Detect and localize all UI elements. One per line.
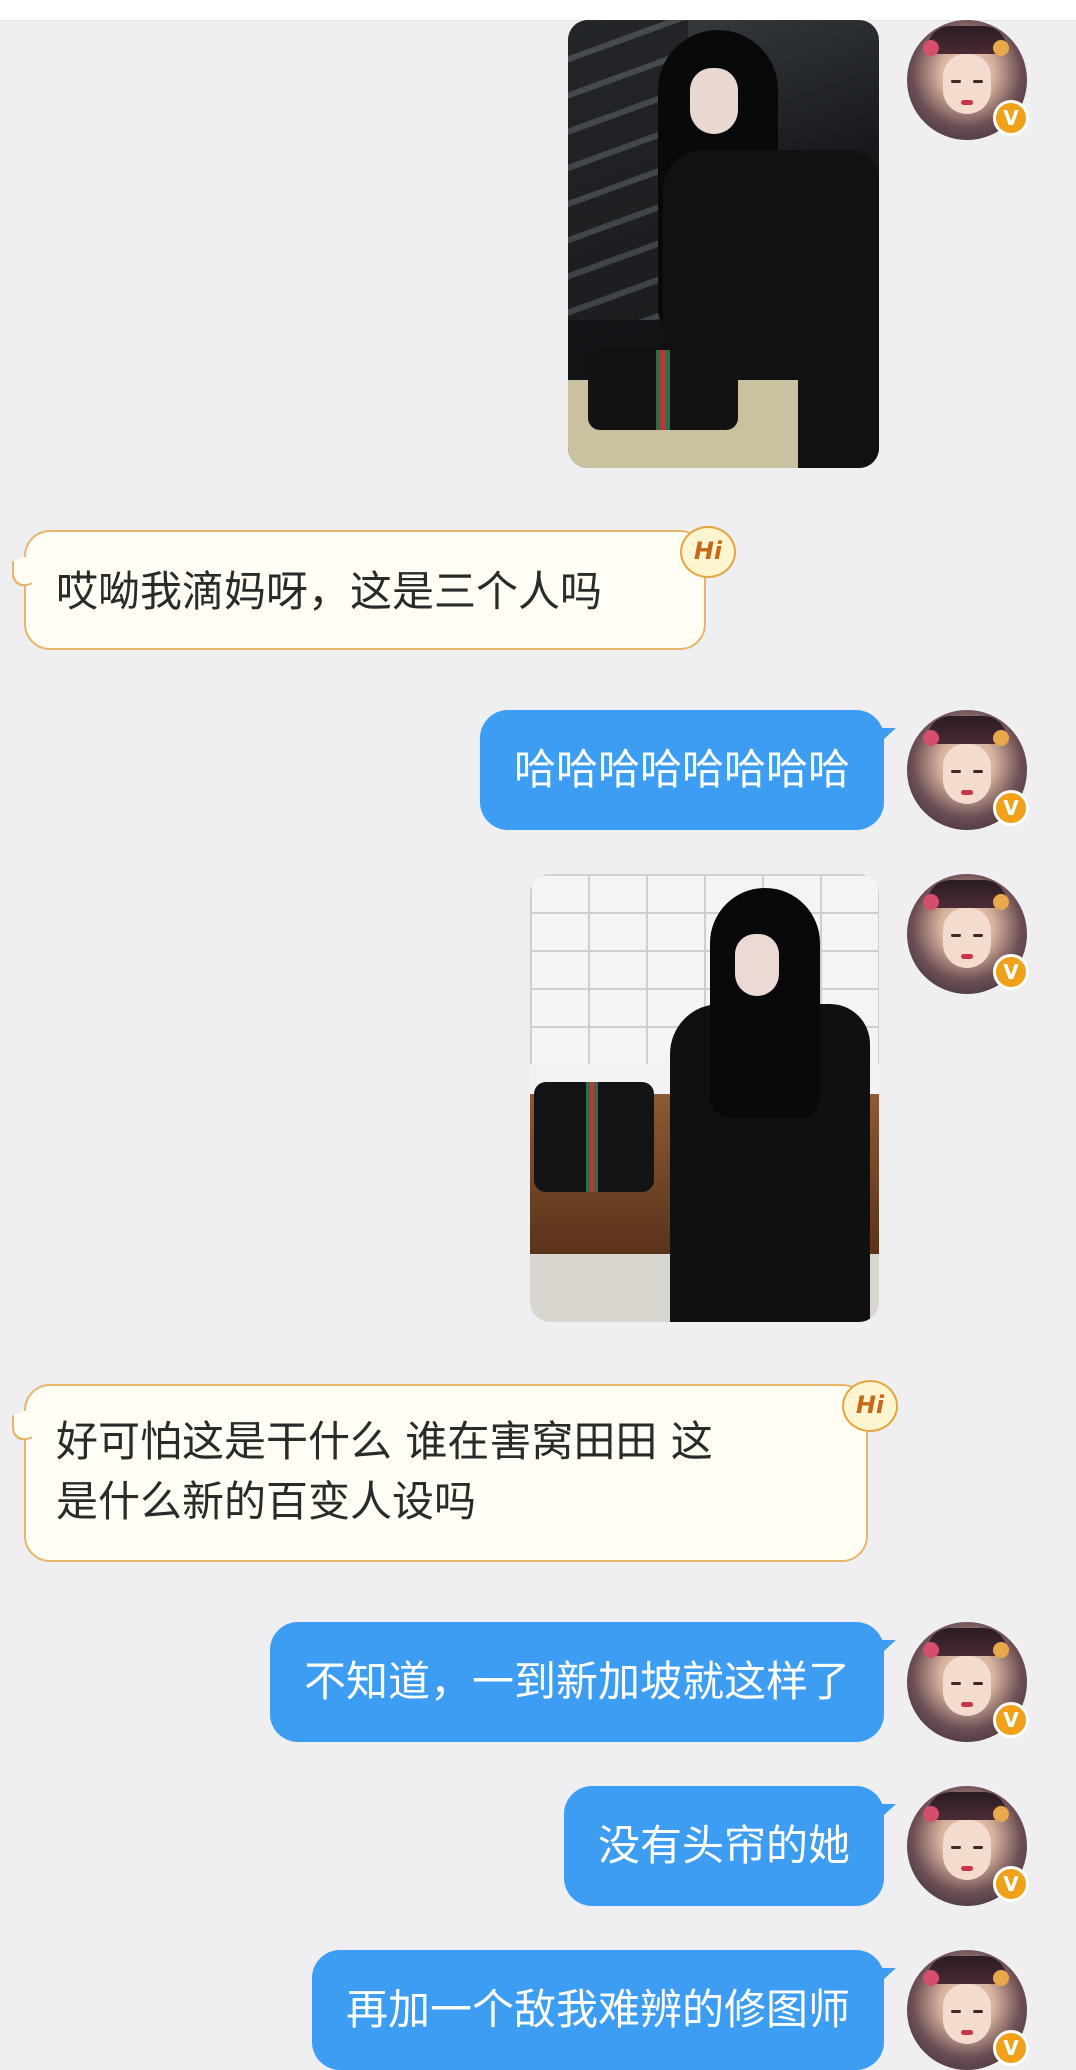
avatar-face: [943, 744, 991, 804]
hi-badge-icon: Hi: [842, 1380, 898, 1432]
avatar-face: [943, 1656, 991, 1716]
incoming-message[interactable]: 好可怕这是干什么 谁在害窝田田 这 是什么新的百变人设吗: [12, 1384, 868, 1562]
avatar-flower: [923, 1970, 939, 1986]
bubble-tail: [872, 1640, 896, 1662]
avatar-lips: [961, 100, 973, 105]
image-face: [690, 68, 738, 134]
avatar-face: [943, 1820, 991, 1880]
bubble-tail: [12, 554, 32, 592]
message-text: 没有头帘的她: [597, 1821, 850, 1870]
avatar-lips: [961, 1866, 973, 1871]
image-bag-stripe: [586, 1082, 598, 1192]
image-face: [735, 934, 779, 996]
avatar-lips: [961, 2030, 973, 2035]
outgoing-message[interactable]: 没有头帘的她: [563, 1786, 896, 1906]
avatar-flower: [993, 1806, 1009, 1822]
avatar-face: [943, 54, 991, 114]
verified-badge-icon: V: [993, 100, 1029, 136]
verified-badge-icon: V: [993, 790, 1029, 826]
sender-avatar[interactable]: V: [907, 710, 1029, 830]
message-text: 哈哈哈哈哈哈哈哈: [513, 745, 850, 794]
outgoing-message[interactable]: 不知道，一到新加坡就这样了: [269, 1622, 896, 1742]
avatar-face: [943, 1984, 991, 2044]
sender-avatar[interactable]: V: [907, 20, 1029, 140]
avatar-flower: [993, 40, 1009, 56]
sender-avatar[interactable]: V: [907, 874, 1029, 994]
sender-avatar[interactable]: V: [907, 1622, 1029, 1742]
avatar-flower: [923, 40, 939, 56]
avatar-face: [943, 908, 991, 968]
message-text: 不知道，一到新加坡就这样了: [303, 1657, 850, 1706]
incoming-message[interactable]: 哎呦我滴妈呀，这是三个人吗: [12, 530, 706, 650]
avatar-flower: [993, 1642, 1009, 1658]
bubble-tail: [872, 1804, 896, 1826]
verified-badge-icon: V: [993, 1866, 1029, 1902]
avatar-flower: [993, 894, 1009, 910]
avatar-lips: [961, 1702, 973, 1707]
message-text-line: 是什么新的百变人设吗: [56, 1477, 477, 1526]
chat-image-1[interactable]: [568, 20, 879, 468]
outgoing-message[interactable]: 哈哈哈哈哈哈哈哈: [479, 710, 896, 830]
message-text: 再加一个敌我难辨的修图师: [345, 1985, 850, 2034]
avatar-flower: [923, 1642, 939, 1658]
avatar-flower: [923, 1806, 939, 1822]
verified-badge-icon: V: [993, 1702, 1029, 1738]
bubble-tail: [872, 728, 896, 750]
bubble-tail: [872, 1968, 896, 1990]
message-text: 哎呦我滴妈呀，这是三个人吗: [56, 567, 603, 616]
avatar-flower: [993, 730, 1009, 746]
image-hair: [710, 888, 820, 1118]
chat-image-2[interactable]: [530, 874, 879, 1322]
hi-badge-icon: Hi: [680, 526, 736, 578]
message-text-line: 好可怕这是干什么 谁在害窝田田 这: [56, 1417, 713, 1466]
top-bar: [0, 0, 1076, 21]
bubble-tail: [12, 1408, 32, 1446]
outgoing-message[interactable]: 再加一个敌我难辨的修图师: [311, 1950, 896, 2070]
avatar-flower: [923, 894, 939, 910]
verified-badge-icon: V: [993, 954, 1029, 990]
avatar-flower: [993, 1970, 1009, 1986]
avatar-lips: [961, 790, 973, 795]
sender-avatar[interactable]: V: [907, 1786, 1029, 1906]
avatar-flower: [923, 730, 939, 746]
sender-avatar[interactable]: V: [907, 1950, 1029, 2070]
avatar-lips: [961, 954, 973, 959]
image-bag-stripe: [656, 350, 670, 430]
